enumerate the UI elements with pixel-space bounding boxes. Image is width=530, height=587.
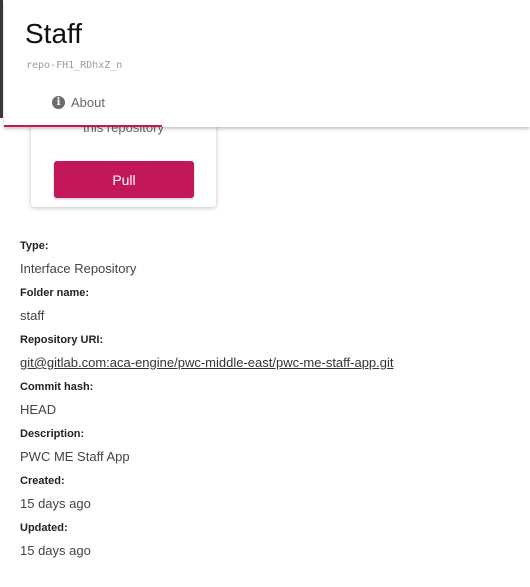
field-commit-hash: Commit hash: HEAD — [20, 380, 520, 420]
pull-button[interactable]: Pull — [54, 161, 194, 198]
field-folder-name: Folder name: staff — [20, 286, 520, 326]
field-label: Description: — [20, 428, 85, 440]
active-tab-indicator — [4, 125, 162, 127]
field-label: Created: — [20, 475, 65, 487]
field-value: staff — [20, 308, 45, 323]
field-label: Commit hash: — [20, 381, 94, 393]
tab-about[interactable]: i About — [4, 86, 162, 127]
field-value: 15 days ago — [20, 543, 91, 558]
field-label: Repository URI: — [20, 334, 104, 346]
field-updated: Updated: 15 days ago — [20, 521, 520, 561]
repository-uri-link[interactable]: git@gitlab.com:aca-engine/pwc-middle-eas… — [20, 353, 520, 373]
repository-view: this repository Pull Staff repo-FH1_RDhx… — [0, 0, 530, 587]
field-label: Type: — [20, 240, 49, 252]
field-value: 15 days ago — [20, 496, 91, 511]
field-label: Folder name: — [20, 287, 90, 299]
field-repository-uri: Repository URI: git@gitlab.com:aca-engin… — [20, 333, 520, 373]
window-edge — [0, 0, 3, 118]
field-description: Description: PWC ME Staff App — [20, 427, 520, 467]
field-created: Created: 15 days ago — [20, 474, 520, 514]
field-type: Type: Interface Repository — [20, 239, 520, 279]
page-title: Staff — [25, 18, 83, 49]
field-value: HEAD — [20, 402, 57, 417]
repository-details: Type: Interface Repository Folder name: … — [20, 239, 520, 561]
info-icon: i — [52, 96, 65, 109]
field-label: Updated: — [20, 522, 68, 534]
field-value: PWC ME Staff App — [20, 449, 130, 464]
field-value: Interface Repository — [20, 261, 137, 276]
page-header: Staff repo-FH1_RDhxZ_n i About — [4, 0, 530, 127]
tab-about-label: About — [71, 95, 105, 110]
repository-id: repo-FH1_RDhxZ_n — [26, 60, 123, 71]
